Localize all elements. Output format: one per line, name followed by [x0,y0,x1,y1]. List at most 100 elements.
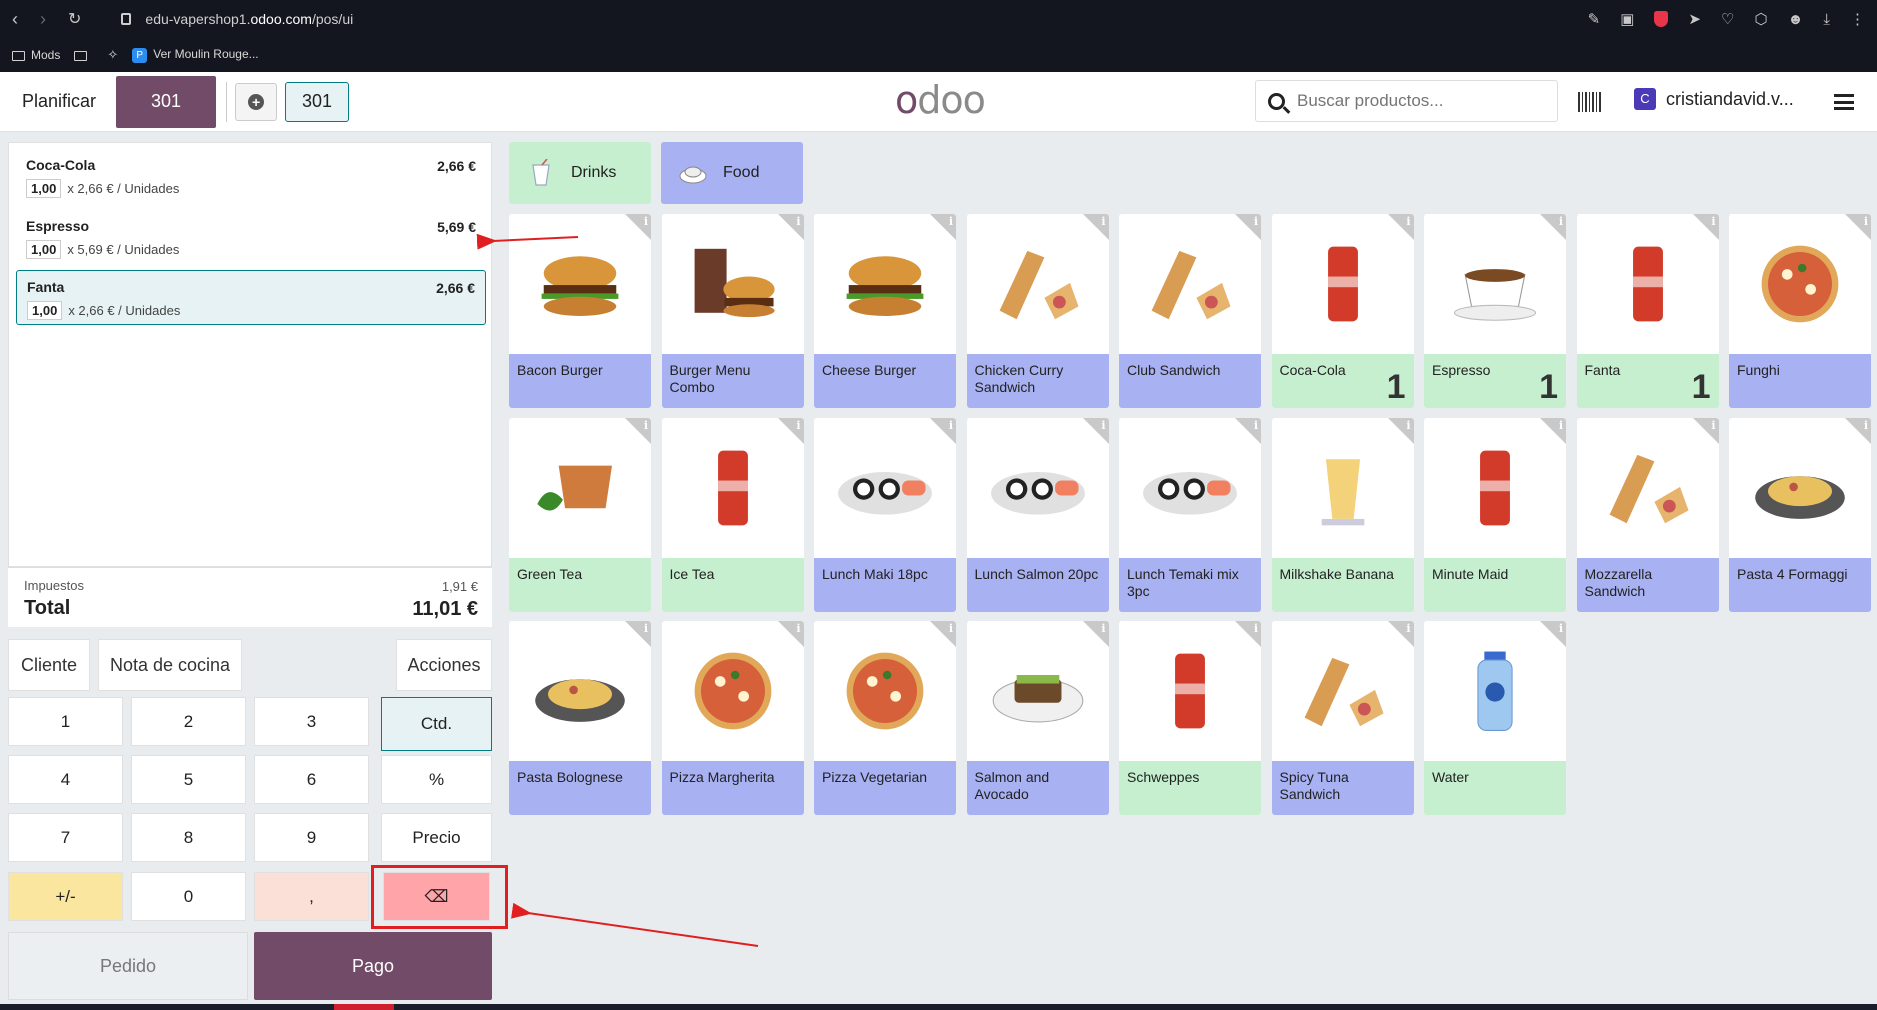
product-card[interactable]: i Minute Maid [1424,417,1566,612]
info-icon[interactable]: i [1559,215,1563,228]
active-table-button[interactable]: 301 [116,75,217,128]
shield-icon[interactable] [1654,11,1669,27]
category-drinks[interactable]: Drinks [509,142,651,204]
info-icon[interactable]: i [949,419,953,432]
info-icon[interactable]: i [1711,215,1715,228]
product-card[interactable]: i Bacon Burger [509,214,651,408]
info-icon[interactable]: i [1864,419,1868,432]
product-card[interactable]: i Funghi [1729,214,1871,408]
info-icon[interactable]: i [949,622,953,635]
product-card[interactable]: i Salmon and Avocado [966,621,1109,815]
bookmark-shortcut[interactable]: ✧ [107,47,118,63]
reload-icon[interactable]: ↻ [68,9,81,29]
address-bar[interactable]: edu-vapershop1.odoo.com/pos/ui [121,11,353,27]
product-card[interactable]: i Burger Menu Combo [661,214,804,408]
product-card[interactable]: i Coca-Cola 1 [1271,214,1414,408]
profile-icon[interactable]: ☻ [1788,11,1804,28]
info-icon[interactable]: i [796,622,800,635]
product-card[interactable]: i Pizza Vegetarian [814,621,956,815]
info-icon[interactable]: i [1406,419,1410,432]
numpad-8[interactable]: 8 [131,813,246,862]
info-icon[interactable]: i [1254,419,1258,432]
product-card[interactable]: i Mozzarella Sandwich [1576,417,1719,612]
menu-dots-icon[interactable]: ⋮ [1850,10,1865,28]
info-icon[interactable]: i [1254,622,1258,635]
barcode-icon[interactable] [1578,92,1602,112]
numpad-6[interactable]: 6 [254,755,369,804]
bookmark-mods[interactable]: Mods [12,48,60,62]
order-button[interactable]: Pedido [8,932,248,1000]
download-icon[interactable]: ⤓ [1823,11,1830,28]
numpad-4[interactable]: 4 [8,755,123,804]
info-icon[interactable]: i [796,215,800,228]
order-line[interactable]: Coca-Cola 2,66 € 1,00 x 2,66 € / Unidades [16,149,486,204]
user-menu[interactable]: C cristiandavid.v... [1634,88,1794,110]
category-food[interactable]: Food [661,142,803,204]
product-card[interactable]: i Schweppes [1119,621,1261,815]
discount-mode-button[interactable]: % [381,755,492,804]
info-icon[interactable]: i [1864,215,1868,228]
product-card[interactable]: i Chicken Curry Sandwich [966,214,1109,408]
numpad-9[interactable]: 9 [254,813,369,862]
product-card[interactable]: i Lunch Temaki mix 3pc [1119,417,1261,612]
plus-minus-button[interactable]: +/- [8,872,123,921]
heart-icon[interactable]: ♡ [1721,10,1734,28]
product-card[interactable]: i Club Sandwich [1119,214,1261,408]
product-card[interactable]: i Lunch Maki 18pc [814,417,956,612]
forward-icon[interactable]: › [40,9,46,30]
order-line-selected[interactable]: Fanta 2,66 € 1,00 x 2,66 € / Unidades [16,270,486,325]
order-tab[interactable]: 301 [285,81,350,122]
numpad-0[interactable]: 0 [131,872,246,921]
info-icon[interactable]: i [1254,215,1258,228]
product-card[interactable]: i Spicy Tuna Sandwich [1271,621,1414,815]
screenshot-icon[interactable]: ✎ [1588,10,1601,28]
product-card[interactable]: i Pizza Margherita [661,621,804,815]
info-icon[interactable]: i [1101,419,1105,432]
plan-button[interactable]: Planificar [22,91,96,112]
hamburger-menu-icon[interactable] [1834,94,1854,110]
info-icon[interactable]: i [644,622,648,635]
send-icon[interactable]: ➤ [1688,10,1701,28]
new-order-button[interactable]: + [235,82,278,121]
info-icon[interactable]: i [1406,215,1410,228]
info-icon[interactable]: i [644,215,648,228]
qty-mode-button[interactable]: Ctd. [381,697,492,751]
decimal-button[interactable]: , [254,872,369,921]
price-mode-button[interactable]: Precio [381,813,492,862]
bookmark-moulin-rouge[interactable]: P Ver Moulin Rouge... [132,47,259,63]
product-card[interactable]: i Pasta Bolognese [509,621,651,815]
product-card[interactable]: i Water [1424,621,1566,815]
product-card[interactable]: i Lunch Salmon 20pc [966,417,1109,612]
product-card[interactable]: i Ice Tea [661,417,804,612]
info-icon[interactable]: i [1559,419,1563,432]
info-icon[interactable]: i [949,215,953,228]
info-icon[interactable]: i [1711,419,1715,432]
product-card[interactable]: i Espresso 1 [1424,214,1566,408]
numpad-5[interactable]: 5 [131,755,246,804]
numpad-3[interactable]: 3 [254,697,369,746]
order-line[interactable]: Espresso 5,69 € 1,00 x 5,69 € / Unidades [16,210,486,265]
info-icon[interactable]: i [1406,622,1410,635]
kitchen-note-button[interactable]: Nota de cocina [98,639,242,691]
product-card[interactable]: i Pasta 4 Formaggi [1729,417,1871,612]
bookmark-folder[interactable] [74,48,93,62]
info-icon[interactable]: i [1101,622,1105,635]
cube-icon[interactable]: ⬡ [1754,10,1767,28]
customer-button[interactable]: Cliente [8,639,90,691]
back-icon[interactable]: ‹ [12,9,18,30]
product-card[interactable]: i Green Tea [509,417,651,612]
actions-button[interactable]: Acciones [396,639,492,691]
product-search[interactable] [1255,80,1558,122]
camera-icon[interactable]: ▣ [1620,10,1634,28]
numpad-2[interactable]: 2 [131,697,246,746]
product-card[interactable]: i Fanta 1 [1576,214,1719,408]
info-icon[interactable]: i [1101,215,1105,228]
payment-button[interactable]: Pago [254,932,492,1000]
product-card[interactable]: i Cheese Burger [814,214,956,408]
product-card[interactable]: i Milkshake Banana [1271,417,1414,612]
info-icon[interactable]: i [644,419,648,432]
numpad-7[interactable]: 7 [8,813,123,862]
search-input[interactable] [1297,91,1537,111]
numpad-1[interactable]: 1 [8,697,123,746]
info-icon[interactable]: i [1559,622,1563,635]
